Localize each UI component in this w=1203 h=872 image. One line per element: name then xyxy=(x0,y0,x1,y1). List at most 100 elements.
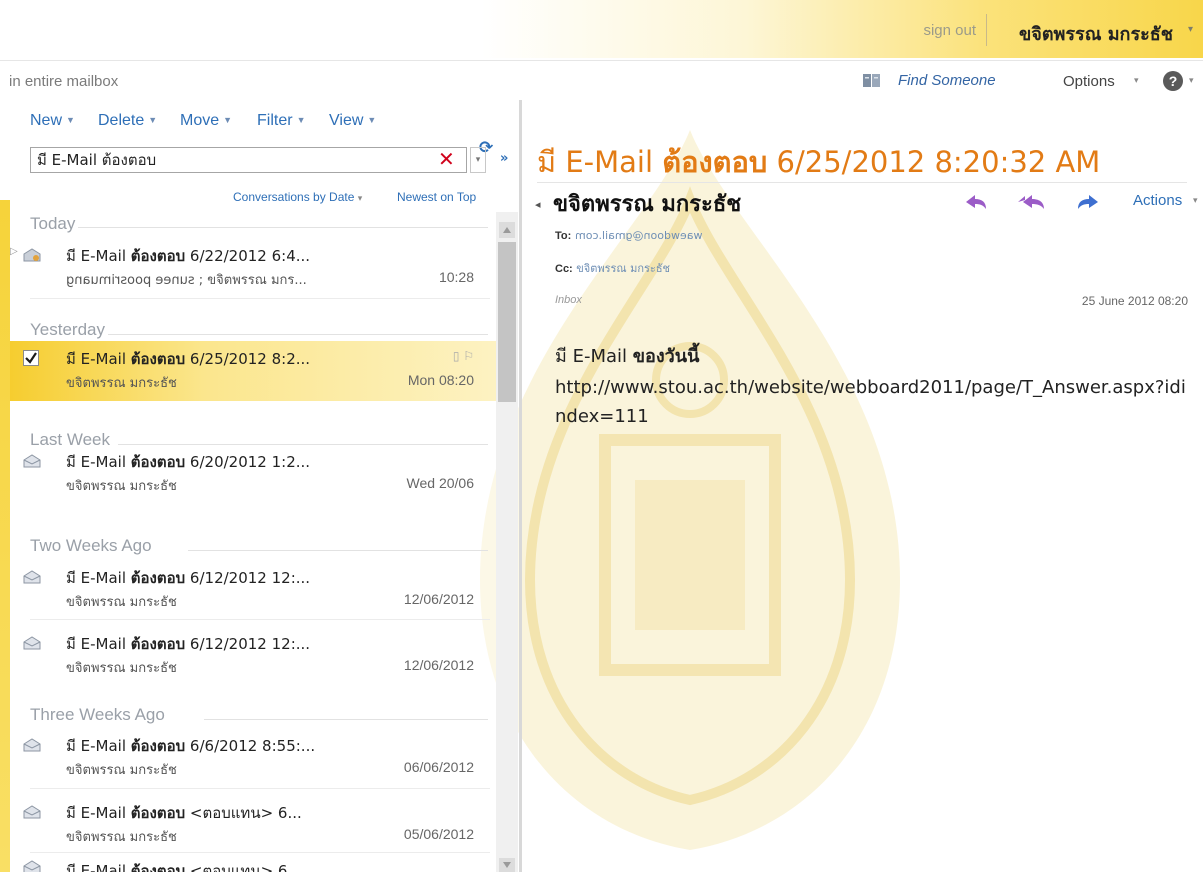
move-button[interactable]: Move ▼ xyxy=(180,112,232,130)
view-button[interactable]: View ▼ xyxy=(329,112,376,130)
chevron-down-icon: ▼ xyxy=(296,115,306,125)
scrollbar-thumb[interactable] xyxy=(498,242,516,402)
checkbox-checked-icon[interactable] xyxy=(23,350,39,366)
top-header: sign out ขจิตพรรณ มกระธัช ▾ xyxy=(0,0,1203,58)
message-subject-prefix: มี E-Mail xyxy=(66,350,131,368)
message-date: 05/06/2012 xyxy=(403,826,474,842)
message-subject-bold: ต้องตอบ xyxy=(130,862,186,872)
mail-search-input[interactable] xyxy=(37,151,417,169)
scroll-up-arrow-icon[interactable] xyxy=(499,222,515,238)
message-subject-rest: 6/20/2012 1:2... xyxy=(185,453,311,471)
title-divider xyxy=(537,182,1187,183)
message-row[interactable]: มี E-Mail ต้องตอบ 6/20/2012 1:2... ขจิตพ… xyxy=(10,444,496,504)
group-divider xyxy=(188,550,488,551)
message-date: 10:28 xyxy=(438,269,474,285)
message-subject-rest: <ตอบแทน> 6... xyxy=(185,804,302,822)
message-body-line: มี E-Mail ของวันนี้ xyxy=(555,341,699,370)
message-sender: sunee poosrimuang ; ขจิตพรรณ มกร... xyxy=(66,269,307,290)
pane-divider[interactable] xyxy=(519,100,522,872)
message-subject-rest: 6/25/2012 8:2... xyxy=(185,350,311,368)
header-divider xyxy=(986,14,987,46)
cc-label: Cc: xyxy=(555,263,573,275)
sort-by-label: Conversations by Date xyxy=(233,190,355,204)
group-header-two-weeks-ago: Two Weeks Ago xyxy=(30,536,152,555)
help-icon[interactable]: ? xyxy=(1163,71,1183,91)
message-subject-bold: ต้องตอบ xyxy=(130,804,186,822)
reply-icon[interactable] xyxy=(965,194,987,210)
open-envelope-icon xyxy=(23,454,41,468)
cc-recipient[interactable]: ขจิตพรรณ มกระธัช xyxy=(576,259,670,277)
view-button-label: View xyxy=(329,112,364,129)
message-subject-rest: 6/6/2012 8:55:... xyxy=(185,737,316,755)
chevron-down-icon: ▼ xyxy=(367,115,377,125)
flag-icon[interactable]: ▯ ⚐ xyxy=(453,349,474,363)
message-row[interactable]: มี E-Mail ต้องตอบ 6/6/2012 8:55:... ขจิต… xyxy=(10,728,496,788)
user-name[interactable]: ขจิตพรรณ มกระธัช xyxy=(1019,19,1173,48)
open-envelope-icon xyxy=(23,860,41,872)
message-subject-rest: 6/12/2012 12:... xyxy=(185,635,311,653)
find-someone-link[interactable]: Find Someone xyxy=(898,72,996,89)
message-row[interactable]: มี E-Mail ต้องตอบ 6/12/2012 12:... ขจิตพ… xyxy=(10,626,496,686)
message-subject-bold: ต้องตอบ xyxy=(130,453,186,471)
clear-search-icon[interactable]: ✕ xyxy=(438,147,455,171)
message-body-bold: ของวันนี้ xyxy=(632,346,700,367)
message-subject-bold: ต้องตอบ xyxy=(130,635,186,653)
search-scope-label[interactable]: in entire mailbox xyxy=(9,73,118,90)
mail-search-box: ✕ xyxy=(30,147,467,173)
expand-search-icon[interactable]: » xyxy=(500,151,508,166)
message-subject: มี E-Mail ต้องตอบ 6/22/2012 6:4... xyxy=(66,244,310,268)
group-divider xyxy=(108,334,488,335)
message-subject-prefix: มี E-Mail xyxy=(66,247,131,265)
filter-button-label: Filter xyxy=(257,112,293,129)
collapse-icon[interactable]: ◂ xyxy=(535,198,541,211)
row-divider xyxy=(30,788,490,789)
sort-by-dropdown[interactable]: Conversations by Date ▾ xyxy=(233,190,362,204)
message-received-date: 25 June 2012 08:20 xyxy=(1081,294,1188,308)
actions-menu[interactable]: Actions xyxy=(1133,192,1182,209)
message-row-partial[interactable]: มี E-Mail ต้องตอบ <ตอบแทน> 6... xyxy=(10,856,496,872)
message-row-selected[interactable]: มี E-Mail ต้องตอบ 6/25/2012 8:2... ▯ ⚐ ข… xyxy=(10,341,496,401)
reply-all-icon[interactable] xyxy=(1017,194,1045,210)
message-row[interactable]: มี E-Mail ต้องตอบ <ตอบแทน> 6... ขจิตพรรณ… xyxy=(10,795,496,855)
header-divider-line xyxy=(0,60,1203,61)
message-row[interactable]: ▷ มี E-Mail ต้องตอบ 6/22/2012 6:4... sun… xyxy=(10,238,496,298)
chevron-down-icon[interactable]: ▾ xyxy=(1193,196,1198,206)
message-title: มี E-Mail ต้องตอบ 6/25/2012 8:20:32 AM xyxy=(537,139,1100,185)
message-body-link[interactable]: http://www.stou.ac.th/website/webboard20… xyxy=(555,373,1195,431)
group-header-today: Today xyxy=(30,214,76,233)
group-header-yesterday: Yesterday xyxy=(30,320,105,339)
filter-button[interactable]: Filter ▼ xyxy=(257,112,305,130)
message-sender: ขจิตพรรณ มกระธัช xyxy=(66,661,177,676)
move-button-label: Move xyxy=(180,112,220,129)
message-subject-bold: ต้องตอบ xyxy=(130,350,186,368)
forward-icon[interactable] xyxy=(1077,194,1099,210)
row-divider xyxy=(30,619,490,620)
message-row[interactable]: มี E-Mail ต้องตอบ 6/12/2012 12:... ขจิตพ… xyxy=(10,560,496,620)
scroll-down-arrow-icon[interactable] xyxy=(499,858,515,872)
sign-out-link[interactable]: sign out xyxy=(923,22,976,39)
message-date: 12/06/2012 xyxy=(403,591,474,607)
new-button[interactable]: New ▼ xyxy=(30,112,75,130)
delete-button[interactable]: Delete ▼ xyxy=(98,112,157,130)
message-subject-prefix: มี E-Mail xyxy=(66,862,131,872)
message-date: 06/06/2012 xyxy=(403,759,474,775)
message-list-scrollbar[interactable] xyxy=(496,212,518,872)
chevron-down-icon[interactable]: ▾ xyxy=(1189,76,1194,86)
message-title-bold: ต้องตอบ xyxy=(662,145,768,179)
chevron-down-icon[interactable]: ▾ xyxy=(1134,76,1139,86)
options-menu[interactable]: Options xyxy=(1063,73,1115,90)
to-recipient[interactable]: waewdoon@gmail.com xyxy=(575,229,702,242)
search-options-dropdown[interactable]: ▾ xyxy=(470,147,486,173)
expand-conversation-icon[interactable]: ▷ xyxy=(10,246,18,257)
sender-name[interactable]: ขจิตพรรณ มกระธัช xyxy=(553,186,741,221)
chevron-down-icon[interactable]: ▾ xyxy=(1188,24,1193,35)
message-subject: มี E-Mail ต้องตอบ <ตอบแทน> 6... xyxy=(66,859,302,872)
sort-order-toggle[interactable]: Newest on Top xyxy=(397,190,476,204)
message-sender: ขจิตพรรณ มกระธัช xyxy=(66,830,177,845)
message-title-prefix: มี E-Mail xyxy=(537,145,663,179)
message-date: Wed 20/06 xyxy=(406,475,474,491)
to-label: To: xyxy=(555,230,572,242)
message-subject: มี E-Mail ต้องตอบ <ตอบแทน> 6... xyxy=(66,801,302,825)
delete-button-label: Delete xyxy=(98,112,145,129)
message-subject: มี E-Mail ต้องตอบ 6/12/2012 12:... xyxy=(66,632,310,656)
